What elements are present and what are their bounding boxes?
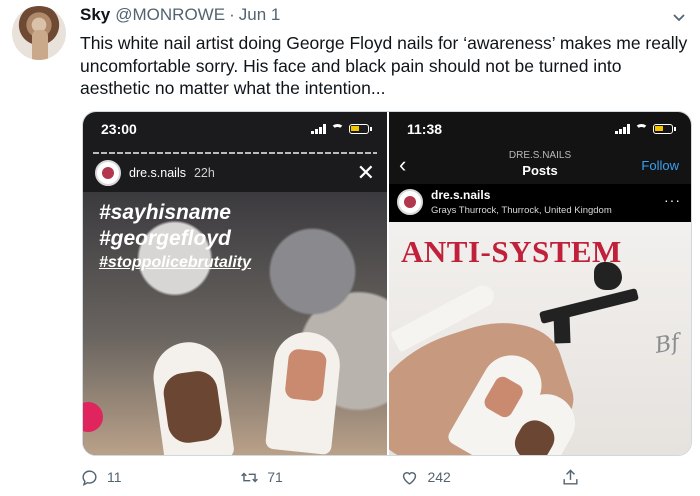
story-hashtags: #sayhisname #georgefloyd #stoppolicebrut… bbox=[99, 200, 251, 274]
retweet-icon bbox=[241, 472, 259, 482]
heart-icon bbox=[403, 471, 417, 485]
hashtag: #sayhisname bbox=[99, 201, 231, 224]
hashtag: #stoppolicebrutality bbox=[99, 254, 252, 271]
tweet-actions: 11 71 242 bbox=[80, 462, 600, 492]
ig-follow-label: Follow bbox=[641, 158, 679, 173]
story-avatar bbox=[95, 160, 121, 186]
user-handle[interactable]: @MONROWE bbox=[115, 5, 225, 25]
status-bar: 11:38 bbox=[389, 112, 691, 146]
ig-post-username: dre.s.nails bbox=[431, 188, 491, 202]
tweet-header: Sky @MONROWE · Jun 1 bbox=[80, 5, 660, 27]
tweet-date[interactable]: Jun 1 bbox=[239, 5, 281, 25]
chevron-down-icon[interactable] bbox=[668, 6, 690, 28]
photo-detail bbox=[83, 402, 103, 432]
retweet-count: 71 bbox=[267, 469, 283, 485]
separator: · bbox=[229, 5, 235, 24]
reply-button[interactable]: 11 bbox=[80, 462, 240, 492]
tweet-media[interactable]: 23:00 dre.s.nails 22h ✕ #sayhisname #geo… bbox=[82, 111, 692, 456]
share-button[interactable] bbox=[561, 462, 600, 492]
story-time: 22h bbox=[193, 166, 215, 180]
ig-post-location: Grays Thurrock, Thurrock, United Kingdom bbox=[431, 205, 612, 216]
signal-icon bbox=[311, 124, 326, 134]
artwork-splat bbox=[594, 262, 622, 290]
media-post-screenshot[interactable]: 11:38 ‹ DRE.S.NAILS Posts Follow dre.s.n… bbox=[389, 112, 691, 455]
avatar[interactable] bbox=[12, 6, 66, 60]
hashtag: #georgefloyd bbox=[99, 227, 231, 250]
more-icon: ··· bbox=[664, 192, 681, 208]
story-progress-bar bbox=[93, 152, 377, 154]
status-time: 11:38 bbox=[407, 121, 443, 137]
signal-icon bbox=[615, 124, 630, 134]
retweet-button[interactable]: 71 bbox=[240, 462, 400, 492]
close-icon: ✕ bbox=[356, 160, 375, 185]
like-count: 242 bbox=[427, 469, 451, 485]
wifi-icon bbox=[331, 124, 344, 134]
ig-post-photo: ANTI-SYSTEM Bf bbox=[389, 222, 691, 455]
wifi-icon bbox=[635, 124, 648, 134]
share-icon bbox=[563, 468, 578, 485]
status-time: 23:00 bbox=[101, 121, 137, 137]
media-story-screenshot[interactable]: 23:00 dre.s.nails 22h ✕ #sayhisname #geo… bbox=[83, 112, 389, 455]
nail-art bbox=[264, 328, 344, 455]
battery-icon bbox=[653, 124, 676, 134]
nail-art bbox=[148, 337, 236, 455]
like-button[interactable]: 242 bbox=[400, 462, 560, 492]
status-bar: 23:00 bbox=[83, 112, 387, 146]
story-username: dre.s.nails bbox=[129, 166, 186, 180]
reply-icon bbox=[82, 469, 97, 486]
ig-nav-bar: ‹ DRE.S.NAILS Posts Follow bbox=[389, 146, 691, 184]
artwork-signature: Bf bbox=[652, 330, 681, 359]
artwork-gun bbox=[539, 288, 639, 324]
ig-post-header: dre.s.nails Grays Thurrock, Thurrock, Un… bbox=[389, 184, 691, 222]
tweet-text: This white nail artist doing George Floy… bbox=[80, 33, 688, 98]
artwork-text: ANTI-SYSTEM bbox=[401, 234, 622, 269]
story-user: dre.s.nails 22h bbox=[95, 160, 215, 186]
display-name[interactable]: Sky bbox=[80, 5, 110, 25]
battery-icon bbox=[349, 124, 372, 134]
ig-post-avatar bbox=[397, 189, 423, 215]
reply-count: 11 bbox=[107, 469, 122, 485]
